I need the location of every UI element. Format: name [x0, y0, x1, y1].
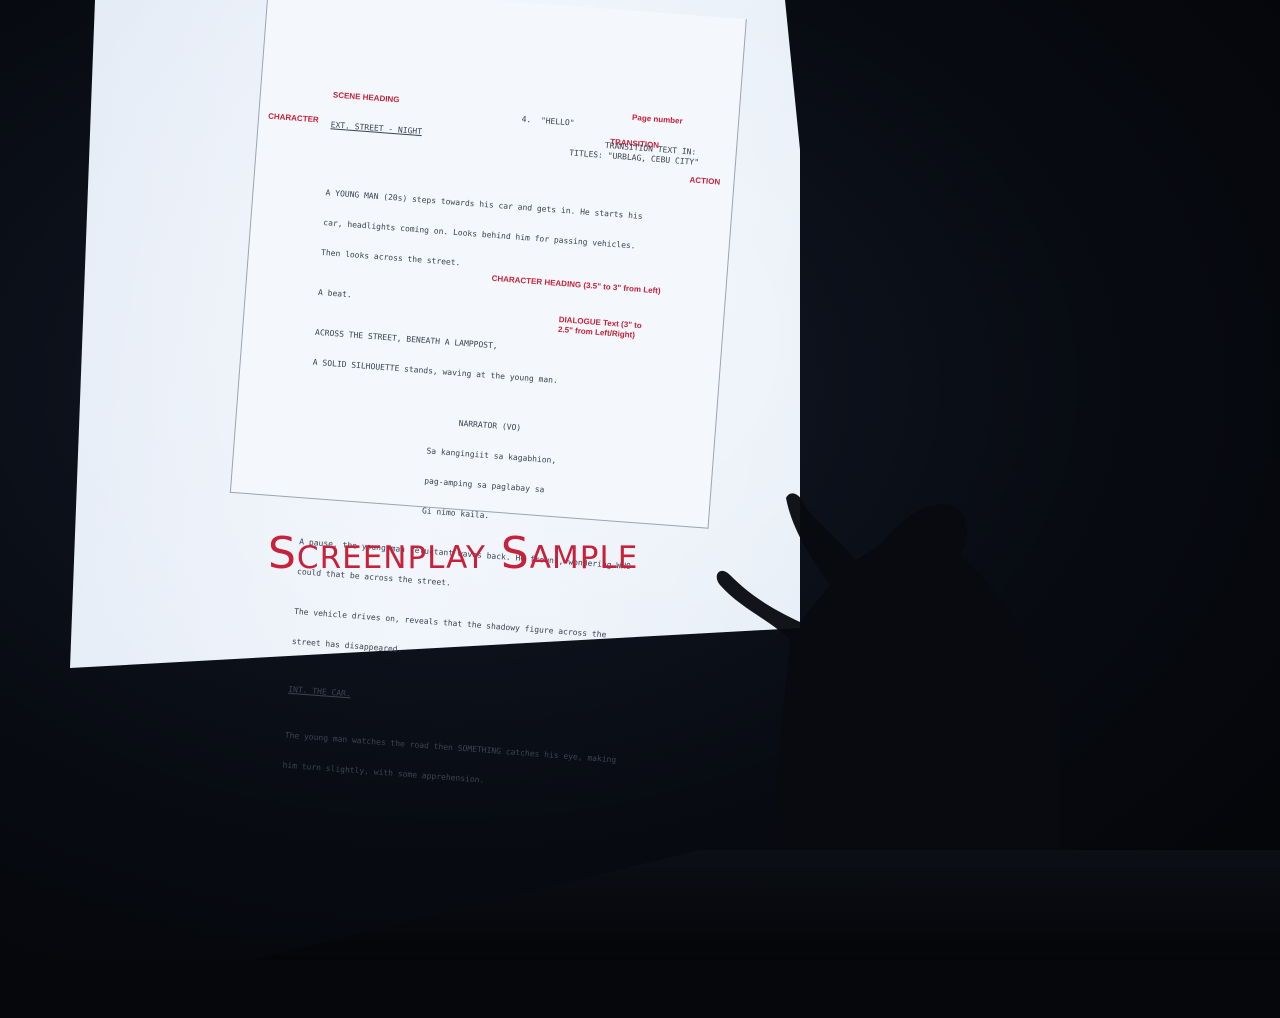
presenter-silhouette [716, 493, 1060, 960]
